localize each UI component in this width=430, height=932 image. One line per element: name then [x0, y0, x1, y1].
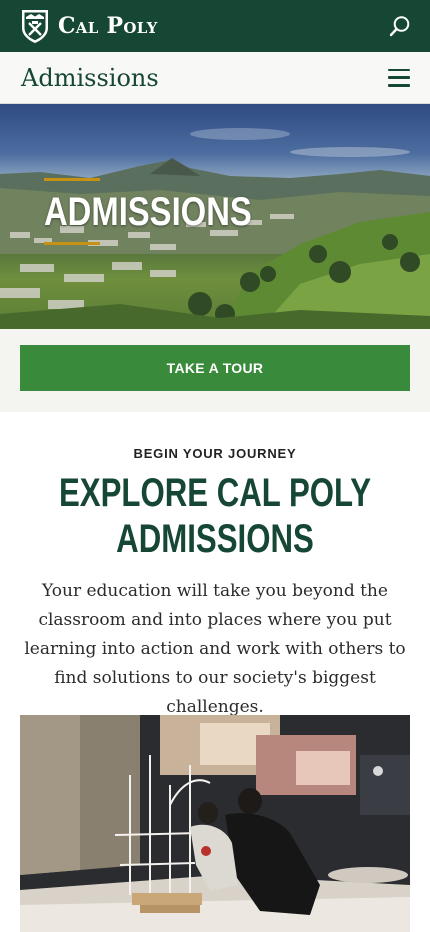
section-headline: EXPLORE CAL POLY ADMISSIONS: [0, 470, 430, 562]
hero-title: ADMISSIONS: [44, 190, 252, 234]
section-title-link[interactable]: Admissions: [21, 64, 159, 92]
search-button[interactable]: [386, 12, 414, 40]
menu-bar: [388, 76, 410, 79]
search-icon: [389, 16, 410, 37]
student-lab-photo: [20, 715, 410, 932]
site-header: Cal Poly: [0, 0, 430, 52]
section-eyebrow: BEGIN YOUR JOURNEY: [133, 446, 297, 461]
brand-wordmark: Cal Poly: [58, 13, 158, 39]
hero-banner: ADMISSIONS: [0, 104, 430, 329]
cal-poly-shield-icon: [22, 10, 48, 43]
hero-accent-rule: [44, 242, 100, 245]
headline-line: ADMISSIONS: [116, 517, 314, 561]
hamburger-menu-icon[interactable]: [388, 68, 410, 87]
cal-poly-logo[interactable]: Cal Poly: [20, 8, 158, 44]
take-a-tour-button[interactable]: TAKE A TOUR: [20, 345, 410, 391]
tour-cta-section: TAKE A TOUR: [0, 329, 430, 412]
hero-accent-rule: [44, 178, 100, 181]
menu-bar: [388, 68, 410, 71]
lab-photo-image: [20, 715, 410, 932]
section-body: Your education will take you beyond the …: [24, 581, 406, 717]
headline-line: EXPLORE CAL POLY: [58, 471, 372, 515]
section-nav: Admissions: [0, 52, 430, 104]
menu-bar: [388, 84, 410, 87]
